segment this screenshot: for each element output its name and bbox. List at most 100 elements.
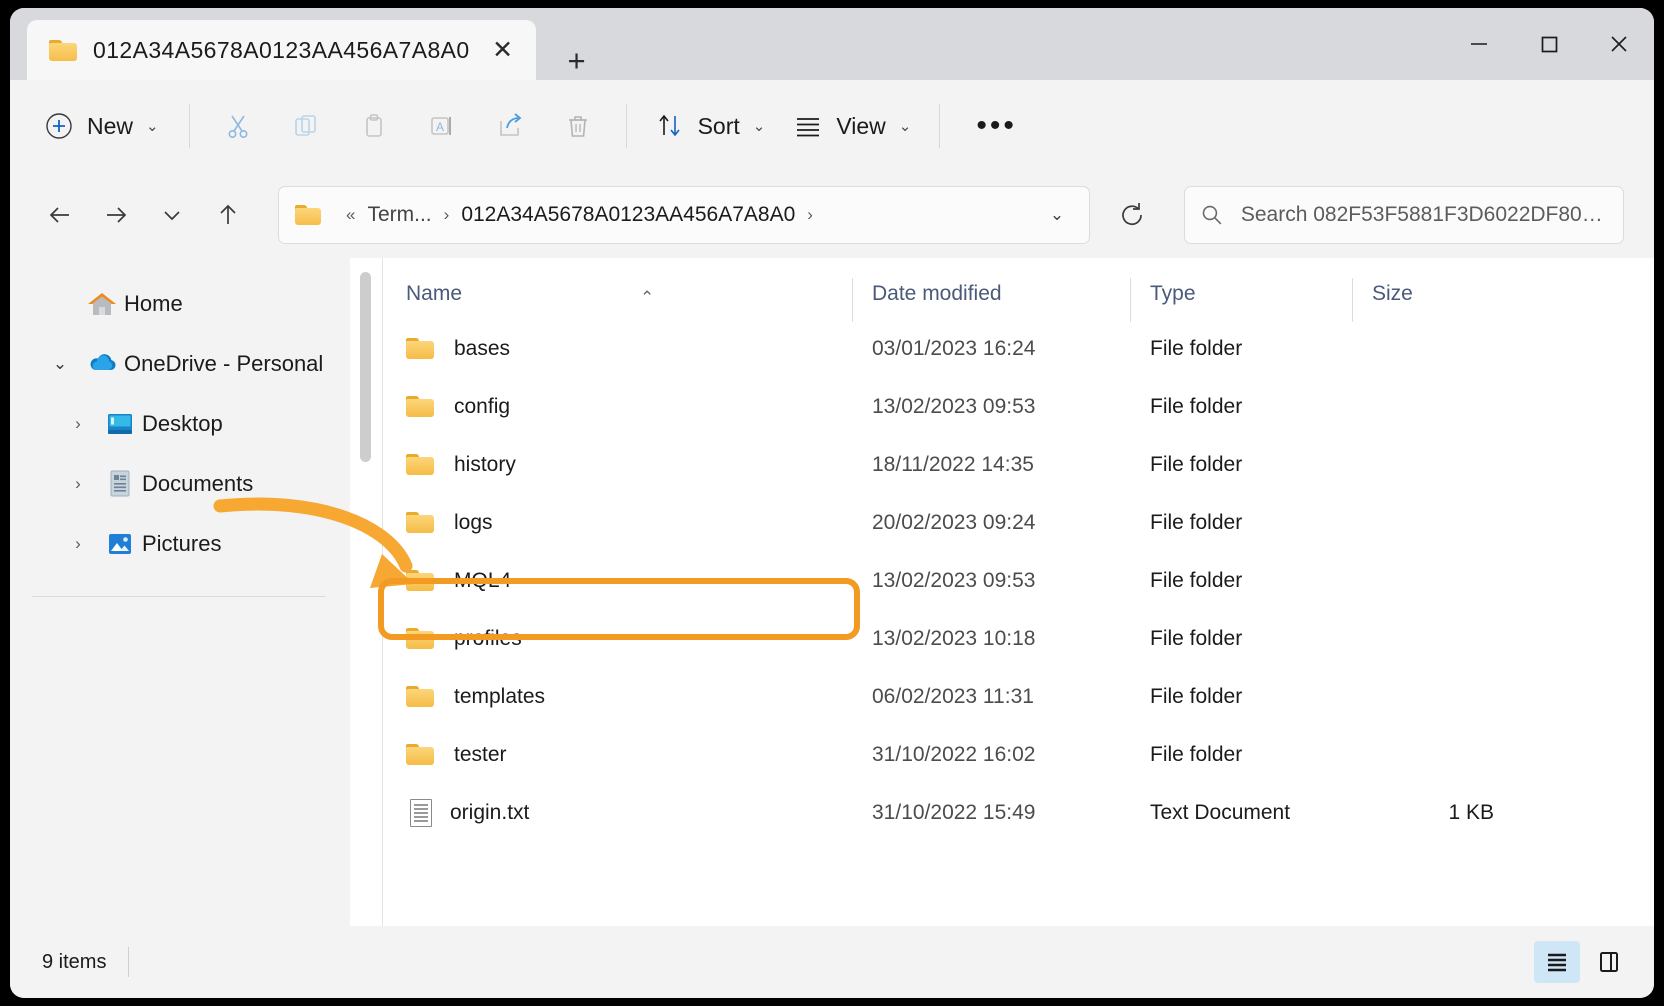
divider	[188, 104, 190, 148]
column-header-size[interactable]: Size	[1352, 278, 1522, 322]
file-type-cell: File folder	[1150, 627, 1243, 650]
search-input[interactable]: Search 082F53F5881F3D6022DF806...	[1241, 203, 1609, 227]
file-date-cell: 31/10/2022 16:02	[872, 743, 1036, 766]
table-row[interactable]: config 13/02/2023 09:53 File folder	[406, 378, 1654, 436]
maximize-button[interactable]	[1514, 8, 1584, 80]
forward-button[interactable]	[88, 187, 144, 243]
up-button[interactable]	[200, 187, 256, 243]
close-button[interactable]	[1584, 8, 1654, 80]
breadcrumb-separator: ›	[807, 205, 813, 224]
file-name-label: MQL4	[454, 569, 512, 592]
close-tab-icon[interactable]: ✕	[484, 31, 522, 69]
rename-button[interactable]: A	[408, 97, 476, 155]
divider	[1352, 278, 1353, 322]
main-body: Home ⌄ OneDrive - Personal › Desktop › D…	[10, 258, 1654, 926]
table-row[interactable]: history 18/11/2022 14:35 File folder	[406, 436, 1654, 494]
chevron-down-icon: ⌄	[898, 118, 912, 135]
sidebar-item-pictures[interactable]: › Pictures	[22, 514, 338, 574]
pane-divider	[382, 258, 383, 926]
home-icon	[80, 290, 124, 318]
file-type-cell: File folder	[1150, 569, 1243, 592]
file-name-cell[interactable]: origin.txt	[406, 799, 872, 827]
file-type-cell: File folder	[1150, 395, 1243, 418]
paste-button[interactable]	[340, 97, 408, 155]
share-button[interactable]	[476, 97, 544, 155]
column-header-name[interactable]: Name ⌃	[406, 282, 872, 320]
file-type-cell: File folder	[1150, 453, 1243, 476]
view-button[interactable]: View ⌄	[779, 101, 925, 151]
arrow-left-icon	[49, 207, 69, 223]
scrollbar[interactable]	[350, 258, 384, 926]
table-row[interactable]: origin.txt 31/10/2022 15:49 Text Documen…	[406, 784, 1654, 842]
file-type-cell: File folder	[1150, 743, 1243, 766]
sidebar-item-home[interactable]: Home	[22, 274, 338, 334]
new-button-label: New	[87, 112, 134, 139]
chevron-down-icon: ⌄	[752, 118, 766, 135]
minimize-button[interactable]	[1444, 8, 1514, 80]
column-header-row: Name ⌃ Date modified Type Size	[350, 258, 1654, 322]
divider	[1130, 278, 1131, 322]
breadcrumb-overflow[interactable]: «	[337, 205, 364, 225]
status-bar: 9 items	[10, 926, 1654, 998]
file-date-cell: 13/02/2023 10:18	[872, 627, 1036, 650]
new-button[interactable]: New ⌄	[34, 101, 175, 151]
chevron-right-icon[interactable]: ›	[58, 474, 98, 494]
sidebar-item-label: Home	[124, 291, 183, 316]
chevron-right-icon[interactable]: ›	[58, 414, 98, 434]
pictures-icon	[98, 530, 142, 558]
file-name-cell[interactable]: history	[406, 453, 872, 477]
file-name-cell[interactable]: profiles	[406, 627, 872, 651]
folder-tab[interactable]: 012A34A5678A0123AA456A7A8A0 ✕	[27, 20, 536, 80]
sidebar-item-onedrive[interactable]: ⌄ OneDrive - Personal	[22, 334, 338, 394]
file-name-label: origin.txt	[450, 801, 530, 824]
breadcrumb-parent[interactable]: Term...	[364, 199, 434, 231]
details-view-button[interactable]	[1534, 941, 1580, 983]
sidebar-item-desktop[interactable]: › Desktop	[22, 394, 338, 454]
search-icon	[1202, 205, 1222, 225]
chevron-down-icon[interactable]: ⌄	[40, 354, 80, 374]
chevron-right-icon[interactable]: ›	[58, 534, 98, 554]
sort-ascending-icon: ⌃	[640, 288, 655, 307]
arrow-right-icon	[107, 207, 127, 223]
refresh-button[interactable]	[1102, 187, 1162, 243]
file-name-label: logs	[454, 511, 493, 534]
search-box[interactable]: Search 082F53F5881F3D6022DF806...	[1184, 186, 1624, 244]
file-name-label: tester	[454, 743, 507, 766]
cut-button[interactable]	[204, 97, 272, 155]
file-name-cell[interactable]: MQL4	[406, 569, 872, 593]
file-name-cell[interactable]: tester	[406, 743, 872, 767]
desktop-icon	[98, 411, 142, 437]
table-row[interactable]: bases 03/01/2023 16:24 File folder	[406, 320, 1654, 378]
folder-icon	[406, 685, 436, 709]
file-name-cell[interactable]: bases	[406, 337, 872, 361]
folder-icon	[406, 627, 436, 651]
table-row-highlighted[interactable]: MQL4 13/02/2023 09:53 File folder	[406, 552, 1654, 610]
copy-button[interactable]	[272, 97, 340, 155]
preview-pane-button[interactable]	[1586, 941, 1632, 983]
table-row[interactable]: templates 06/02/2023 11:31 File folder	[406, 668, 1654, 726]
column-header-type[interactable]: Type	[1130, 278, 1372, 322]
command-bar: New ⌄ A Sort ⌄ View ⌄ •••	[10, 80, 1654, 172]
file-type-cell: Text Document	[1150, 801, 1291, 824]
scissors-icon	[228, 115, 248, 138]
file-name-cell[interactable]: config	[406, 395, 872, 419]
table-row[interactable]: profiles 13/02/2023 10:18 File folder	[406, 610, 1654, 668]
column-header-date-modified[interactable]: Date modified	[852, 278, 1150, 322]
file-name-cell[interactable]: logs	[406, 511, 872, 535]
back-button[interactable]	[32, 187, 88, 243]
table-row[interactable]: tester 31/10/2022 16:02 File folder	[406, 726, 1654, 784]
sidebar-item-documents[interactable]: › Documents	[22, 454, 338, 514]
new-tab-button[interactable]: +	[558, 42, 596, 80]
address-bar[interactable]: « Term... › 012A34A5678A0123AA456A7A8A0 …	[278, 186, 1090, 244]
breadcrumb-current[interactable]: 012A34A5678A0123AA456A7A8A0	[458, 199, 798, 231]
file-name-cell[interactable]: templates	[406, 685, 872, 709]
chevron-down-icon: ⌄	[146, 118, 159, 135]
file-type-cell: File folder	[1150, 337, 1243, 360]
address-dropdown-icon[interactable]: ⌄	[1033, 192, 1081, 238]
sort-button[interactable]: Sort ⌄	[641, 101, 780, 151]
divider	[939, 104, 941, 148]
table-row[interactable]: logs 20/02/2023 09:24 File folder	[406, 494, 1654, 552]
see-more-button[interactable]: •••	[954, 109, 1039, 143]
recent-locations-button[interactable]	[144, 187, 200, 243]
delete-button[interactable]	[544, 97, 612, 155]
